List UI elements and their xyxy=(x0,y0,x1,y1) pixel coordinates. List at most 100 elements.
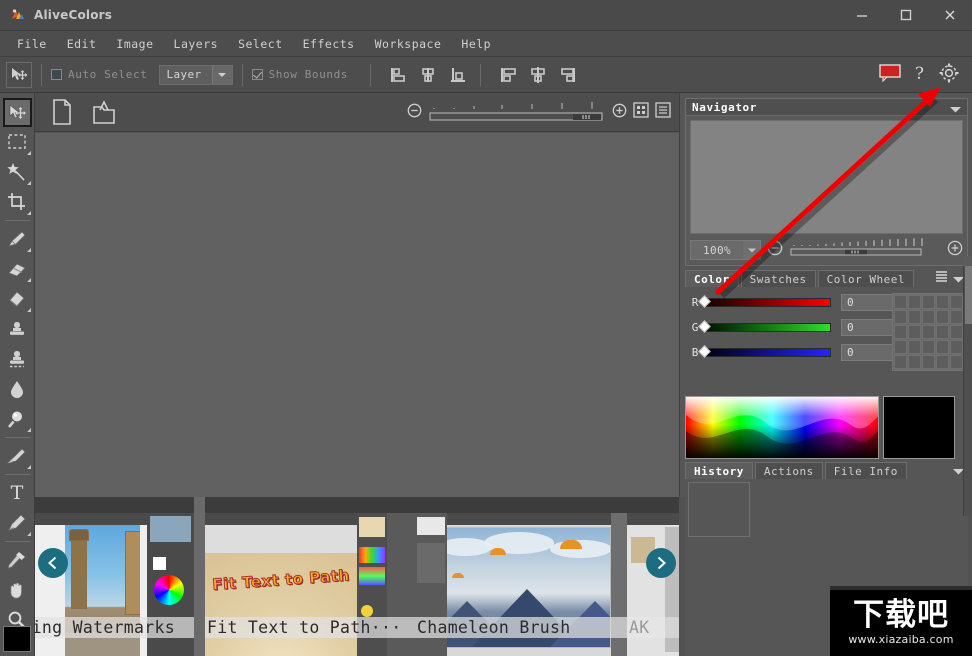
maximize-button[interactable] xyxy=(884,0,928,31)
swatch-cell[interactable] xyxy=(908,310,921,324)
magic-wand-tool[interactable] xyxy=(2,157,33,187)
menu-item-select[interactable]: Select xyxy=(229,34,292,54)
swatch-cell[interactable] xyxy=(936,340,949,354)
swatch-cell[interactable] xyxy=(936,295,949,309)
eraser-tool[interactable] xyxy=(2,254,33,284)
menu-item-workspace[interactable]: Workspace xyxy=(366,34,451,54)
carousel-next-button[interactable] xyxy=(646,548,676,578)
panel-menu-icon[interactable] xyxy=(935,268,948,287)
move-tool[interactable] xyxy=(2,98,32,127)
scrollbar-thumb[interactable] xyxy=(965,266,972,324)
type-tool[interactable]: T xyxy=(2,478,33,508)
scroll-up-arrow[interactable] xyxy=(964,256,972,266)
grid-view-icon[interactable] xyxy=(633,102,649,122)
art-brush-tool[interactable] xyxy=(2,441,33,471)
zoom-slider[interactable] xyxy=(428,100,606,124)
align-top-edges-icon[interactable] xyxy=(496,63,520,87)
navigator-zoom-slider[interactable] xyxy=(789,238,941,262)
channel-value-r[interactable]: 0 xyxy=(841,294,893,311)
tab-actions[interactable]: Actions xyxy=(754,462,823,479)
slide-fit-text-to-path[interactable]: Fit Text to Path Fit Text to Path··· xyxy=(205,497,417,656)
swatch-cell[interactable] xyxy=(950,325,963,339)
minimize-button[interactable] xyxy=(840,0,884,31)
align-right-edges-icon[interactable] xyxy=(446,63,470,87)
history-thumbnail-slot[interactable] xyxy=(688,482,750,537)
hand-tool[interactable] xyxy=(2,575,33,605)
tab-history[interactable]: History xyxy=(685,462,753,479)
layer-select-combo[interactable]: Layer xyxy=(159,64,233,85)
move-tool-icon[interactable] xyxy=(6,61,32,88)
tab-file-info[interactable]: File Info xyxy=(824,462,907,479)
swatch-cell[interactable] xyxy=(936,355,949,369)
menu-item-effects[interactable]: Effects xyxy=(294,34,364,54)
align-bottom-edges-icon[interactable] xyxy=(556,63,580,87)
list-view-icon[interactable] xyxy=(655,102,671,122)
swatch-cell[interactable] xyxy=(936,325,949,339)
open-folder-icon[interactable] xyxy=(89,97,119,127)
swatch-cell[interactable] xyxy=(908,295,921,309)
swatch-cell[interactable] xyxy=(922,355,935,369)
swatch-cell[interactable] xyxy=(894,355,907,369)
swatch-cell[interactable] xyxy=(894,340,907,354)
tab-color-wheel[interactable]: Color Wheel xyxy=(817,270,914,287)
swatch-cell[interactable] xyxy=(922,310,935,324)
swatch-cell[interactable] xyxy=(894,310,907,324)
align-horizontal-centers-icon[interactable] xyxy=(416,63,440,87)
comment-icon[interactable] xyxy=(879,63,901,86)
menu-item-layers[interactable]: Layers xyxy=(165,34,228,54)
menu-item-help[interactable]: Help xyxy=(452,34,500,54)
navigator-zoom-out-icon[interactable] xyxy=(767,240,783,260)
swatch-cell[interactable] xyxy=(950,355,963,369)
show-bounds-checkbox[interactable] xyxy=(251,69,263,80)
swatch-cell[interactable] xyxy=(894,295,907,309)
channel-slider-r[interactable] xyxy=(698,294,831,308)
help-question-icon[interactable]: ? xyxy=(915,66,924,83)
carousel-prev-button[interactable] xyxy=(38,548,68,578)
swatch-cell[interactable] xyxy=(922,295,935,309)
channel-value-b[interactable]: 0 xyxy=(841,344,893,361)
empty-canvas[interactable] xyxy=(35,132,679,497)
close-button[interactable] xyxy=(928,0,972,31)
swatch-cell[interactable] xyxy=(950,310,963,324)
minus-circle-icon[interactable] xyxy=(407,103,422,122)
auto-select-checkbox[interactable] xyxy=(51,69,62,80)
settings-gear-icon[interactable] xyxy=(938,62,960,88)
swatch-cell[interactable] xyxy=(950,340,963,354)
pen-tool[interactable] xyxy=(2,508,33,538)
blur-drop-tool[interactable] xyxy=(2,374,33,404)
menu-item-image[interactable]: Image xyxy=(107,34,162,54)
chevron-down-small-icon[interactable] xyxy=(743,241,760,259)
auto-select-option[interactable]: Auto Select xyxy=(51,68,147,81)
color-spectrum-picker[interactable] xyxy=(685,396,879,459)
active-color-preview[interactable] xyxy=(883,396,955,459)
brush-tool[interactable] xyxy=(2,224,33,254)
channel-slider-g[interactable] xyxy=(698,319,831,333)
swatch-cell[interactable] xyxy=(936,310,949,324)
rectangular-marquee-tool[interactable] xyxy=(2,127,33,157)
swatch-cell[interactable] xyxy=(908,355,921,369)
align-vertical-centers-icon[interactable] xyxy=(526,63,550,87)
stamp-tool[interactable] xyxy=(2,314,33,344)
crop-tool[interactable] xyxy=(2,187,33,217)
chevron-down-icon[interactable] xyxy=(211,65,232,84)
dodge-burn-tool[interactable] xyxy=(2,404,33,434)
swatch-cell[interactable] xyxy=(922,340,935,354)
navigator-preview[interactable] xyxy=(690,120,963,234)
chevron-down-icon[interactable] xyxy=(950,98,967,117)
channel-value-g[interactable]: 0 xyxy=(841,319,893,336)
new-document-icon[interactable] xyxy=(47,97,77,127)
tab-swatches[interactable]: Swatches xyxy=(740,270,816,287)
navigator-zoom-combo[interactable]: 100% xyxy=(690,240,761,260)
swatch-grid[interactable] xyxy=(892,293,965,371)
slide-partial[interactable]: AK xyxy=(627,497,679,656)
eyedropper-tool[interactable] xyxy=(2,545,33,575)
menu-item-file[interactable]: File xyxy=(8,34,56,54)
swatch-cell[interactable] xyxy=(908,325,921,339)
paint-bucket-tool[interactable] xyxy=(2,284,33,314)
align-left-edges-icon[interactable] xyxy=(386,63,410,87)
swatch-cell[interactable] xyxy=(922,325,935,339)
swatch-cell[interactable] xyxy=(894,325,907,339)
tab-color[interactable]: Color xyxy=(685,270,739,287)
menu-item-edit[interactable]: Edit xyxy=(58,34,106,54)
channel-slider-b[interactable] xyxy=(698,344,831,358)
